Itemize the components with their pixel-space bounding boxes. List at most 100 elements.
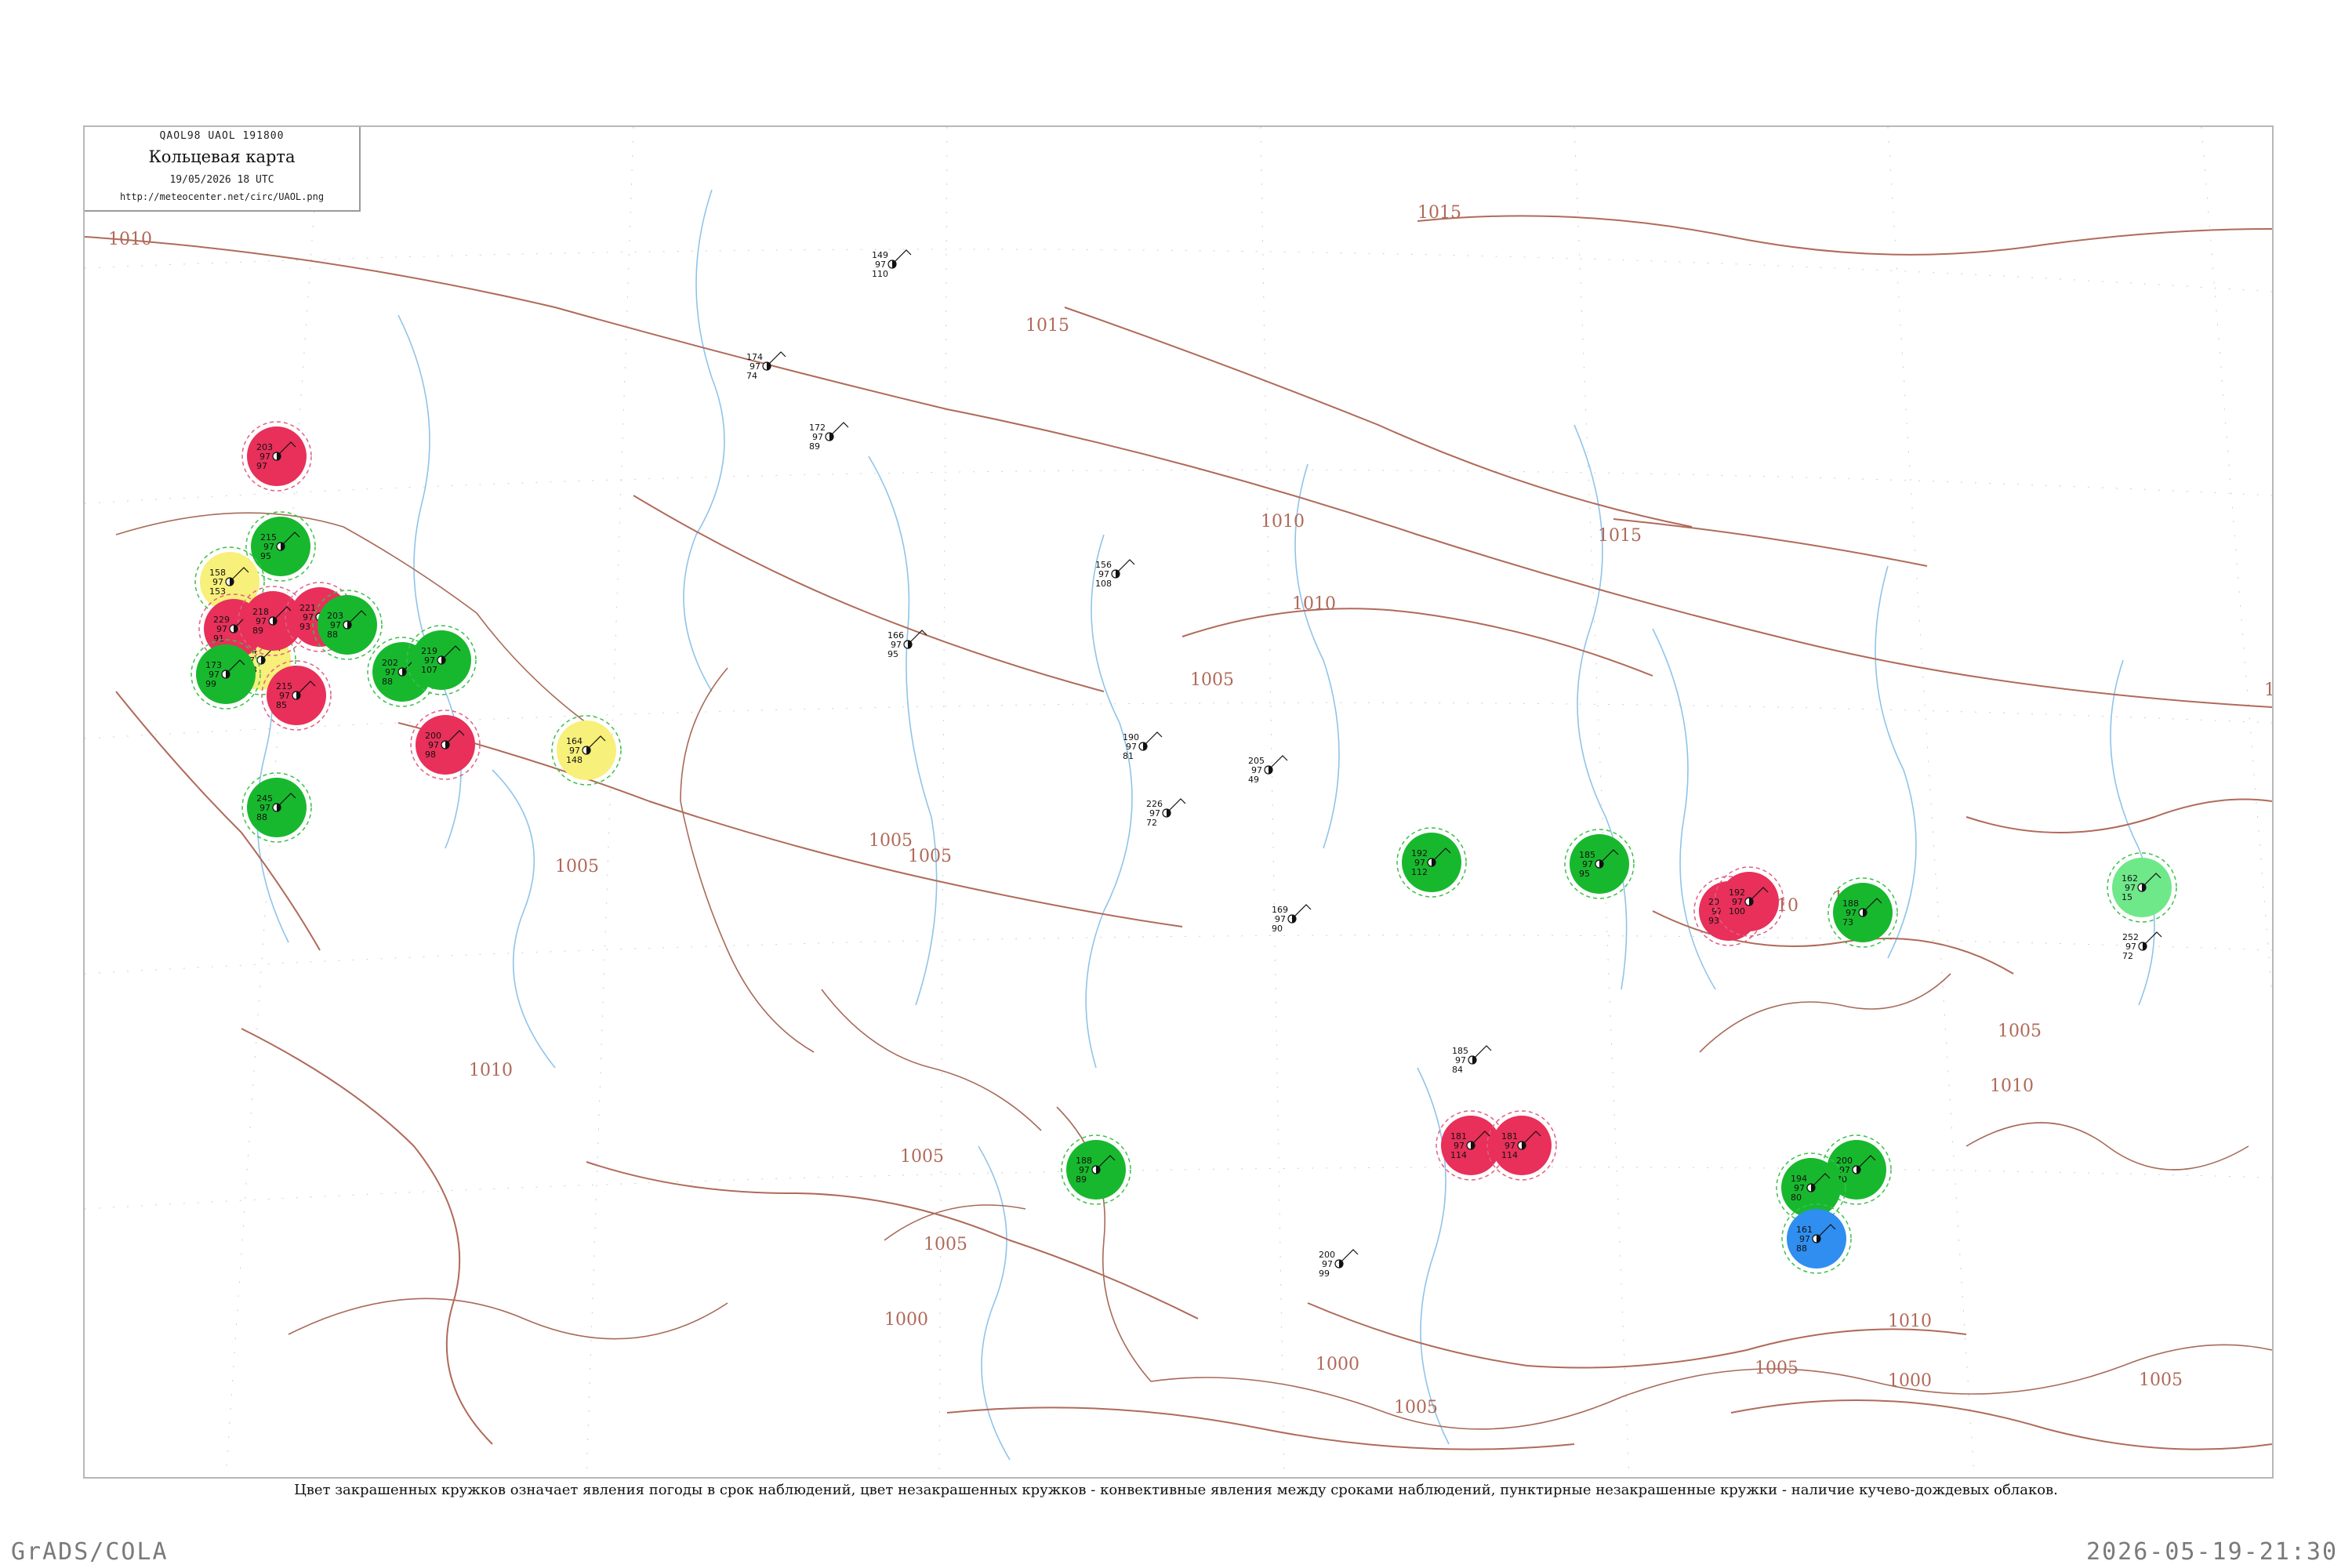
station-dewpoint: 73 [1842, 917, 1853, 927]
isobar-label: 1015 [1598, 526, 1642, 546]
isobar-label: 1000 [1316, 1355, 1359, 1374]
station-dewpoint: 90 [1272, 924, 1283, 934]
station-dewpoint: 89 [1076, 1174, 1087, 1185]
station-dewpoint: 95 [1579, 869, 1590, 879]
map-url: http://meteocenter.net/circ/UAOL.png [119, 191, 325, 202]
station-38413: 1909781 [1123, 731, 1163, 761]
isobar-label: 1005 [924, 1235, 967, 1254]
station-dewpoint: 88 [382, 677, 393, 687]
map-title: Кольцевая карта [148, 147, 296, 166]
isobar-label: 1010 [2264, 681, 2272, 700]
isobars [85, 215, 2272, 1450]
station-36034: 19297112 [1396, 827, 1467, 898]
station-36003: 15697108 [1095, 559, 1135, 589]
station-34432: 2009798 [410, 710, 481, 780]
station-dewpoint: 89 [252, 626, 263, 636]
station-35229: 14997110 [872, 249, 912, 279]
station-38599: 1889789 [1061, 1134, 1131, 1205]
isobar-label: 1015 [1417, 203, 1461, 223]
station-dewpoint: 99 [1319, 1269, 1330, 1279]
coordinate-grid [85, 127, 2272, 1477]
rivers [241, 189, 2155, 1461]
bulletin-code: QAOL98 UAOL 191800 [159, 130, 285, 142]
map-datetime: 19/05/2026 18 UTC [169, 174, 274, 186]
station-35394: 1729789 [809, 422, 849, 452]
station-dewpoint: 84 [1452, 1065, 1463, 1075]
station-34163b: 2039788 [312, 590, 383, 660]
map-caption: Цвет закрашенных кружков означает явлени… [294, 1482, 2058, 1498]
station-36259: 1619788 [1781, 1203, 1852, 1274]
isobar-label: 1005 [908, 847, 952, 866]
station-dewpoint: 72 [1146, 818, 1157, 828]
station-34559: 2459788 [241, 772, 312, 843]
isobar-label: 1010 [1261, 512, 1305, 532]
station-34163: 2039797 [241, 421, 312, 492]
station-dewpoint: 81 [1123, 751, 1134, 761]
station-34336: 21997107 [406, 625, 477, 695]
station-dewpoint: 93 [1708, 916, 1719, 926]
isobar-label: 1000 [884, 1310, 928, 1330]
station-dewpoint: 99 [205, 679, 216, 689]
station-dewpoint: 148 [566, 755, 583, 765]
station-dewpoint: 112 [1411, 867, 1428, 877]
station-dewpoint: 93 [299, 622, 310, 632]
footer-software-label: GrADS/COLA [11, 1538, 169, 1566]
station-markers: 2039797215979515897153194971531649714822… [191, 249, 2177, 1279]
station-dewpoint: 88 [256, 812, 267, 822]
station-dewpoint: 153 [209, 586, 226, 597]
station-dewpoint: 110 [872, 269, 888, 279]
isobar-label: 1010 [1888, 1312, 1932, 1331]
isobar-label: 1010 [469, 1061, 513, 1080]
station-dewpoint: 107 [421, 665, 437, 675]
station-35121: 16497148 [551, 715, 622, 786]
station-36096: 1699790 [1272, 904, 1312, 934]
station-dewpoint: 15 [2122, 892, 2132, 902]
station-dewpoint: 85 [276, 700, 287, 710]
station-38618: 2009799 [1319, 1249, 1359, 1279]
station-dewpoint: 74 [746, 371, 757, 381]
synoptic-map-frame: 1010 1015 1015 1010 1015 1010 1005 1005 1005 1010… [83, 125, 2274, 1479]
isobar-label: 1005 [2139, 1370, 2183, 1390]
station-37470: 2269772 [1146, 798, 1186, 828]
station-dewpoint: 89 [809, 441, 820, 452]
isobar-label: 1010 [1292, 594, 1336, 614]
station-34131: 1749774 [746, 351, 786, 381]
station-34321: 2159785 [261, 660, 332, 731]
isobar-labels: 1010101510151010101510101005100510051010… [108, 203, 2272, 1417]
isobar-label: 1005 [1394, 1398, 1438, 1417]
isobar-label: 1005 [869, 831, 913, 851]
isobar-label: 1005 [900, 1147, 944, 1167]
station-dewpoint: 100 [1729, 906, 1745, 916]
station-36177b: 1859784 [1452, 1045, 1492, 1075]
station-dewpoint: 97 [256, 461, 267, 471]
isobar-label: 1005 [555, 857, 599, 877]
station-dewpoint: 114 [1450, 1150, 1467, 1160]
station-dewpoint: 98 [425, 750, 436, 760]
footer-timestamp: 2026-05-19-21:30 [2086, 1538, 2338, 1566]
isobar-label: 1005 [1998, 1022, 2042, 1041]
station-dewpoint: 88 [327, 630, 338, 640]
isobar-label: 1005 [1190, 670, 1234, 690]
station-34123: 2529772 [2122, 931, 2162, 961]
station-dewpoint: 49 [1248, 775, 1259, 785]
synoptic-map: 1010101510151010101510101005100510051010… [85, 127, 2272, 1477]
station-dewpoint: 91 [213, 633, 224, 644]
station-dewpoint: 80 [1791, 1192, 1802, 1203]
isobar-label: 1005 [1755, 1359, 1798, 1378]
station-dewpoint: 72 [2122, 951, 2133, 961]
station-dewpoint: 95 [260, 551, 271, 561]
isobar-label: 1010 [108, 230, 152, 249]
station-dewpoint: 114 [1501, 1150, 1518, 1160]
station-38932: 19297100 [1714, 866, 1784, 937]
map-legend-box: QAOL98 UAOL 191800 Кольцевая карта 19/05… [85, 127, 361, 212]
station-dewpoint: 95 [887, 649, 898, 659]
isobar-label: 1010 [1990, 1076, 2034, 1096]
station-36329: 1629715 [2107, 852, 2177, 923]
station-38341: 2059749 [1248, 755, 1288, 785]
station-dewpoint: 108 [1095, 579, 1112, 589]
isobar-label: 1015 [1025, 316, 1069, 336]
isobar-label: 1000 [1888, 1371, 1932, 1391]
station-dewpoint: 88 [1796, 1243, 1807, 1254]
station-36229: 18197114 [1486, 1110, 1557, 1181]
station-35078: 1889773 [1828, 877, 1898, 948]
